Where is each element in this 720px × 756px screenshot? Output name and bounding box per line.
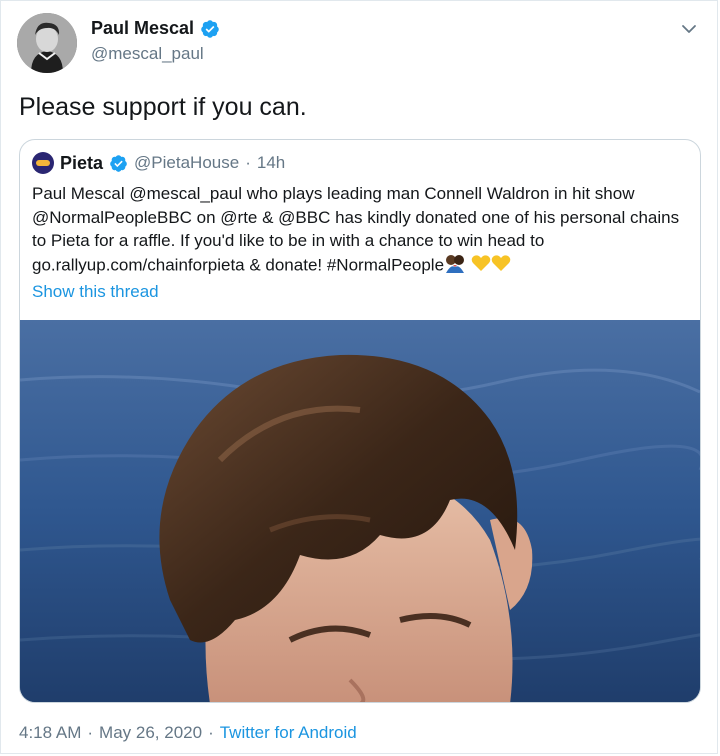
quoted-tweet-body: Paul Mescal @mescal_paul who plays leadi… — [32, 184, 680, 275]
pieta-avatar[interactable] — [32, 152, 54, 174]
quoted-tweet-photo[interactable] — [20, 320, 700, 702]
author-name-row: Paul Mescal — [91, 18, 220, 39]
quoted-tweet-age[interactable]: 14h — [257, 153, 285, 173]
quoted-author-handle[interactable]: @PietaHouse — [134, 153, 239, 173]
yellow-heart-emoji — [491, 254, 511, 279]
author-handle[interactable]: @mescal_paul — [91, 44, 204, 64]
yellow-heart-emoji — [471, 254, 491, 279]
separator-dot: · — [245, 153, 251, 172]
author-photo — [17, 13, 77, 73]
separator-dot: · — [87, 723, 94, 742]
tweet-card: Paul Mescal @mescal_paul Please support … — [0, 0, 718, 754]
show-thread-link[interactable]: Show this thread — [32, 282, 159, 302]
photo-illustration — [20, 320, 700, 702]
quoted-author-name[interactable]: Pieta — [60, 153, 103, 174]
tweet-time[interactable]: 4:18 AM — [19, 723, 81, 743]
verified-badge-icon — [200, 19, 220, 39]
tweet-text: Please support if you can. — [19, 93, 307, 121]
tweet-meta: 4:18 AM · May 26, 2020 · Twitter for And… — [19, 723, 357, 743]
tweet-date[interactable]: May 26, 2020 — [99, 723, 202, 743]
quoted-tweet-text: Paul Mescal @mescal_paul who plays leadi… — [32, 182, 692, 279]
quoted-tweet-header: Pieta @PietaHouse · 14h — [32, 152, 285, 174]
couple-kiss-emoji — [444, 253, 466, 280]
separator-dot: · — [208, 723, 214, 742]
verified-badge-icon — [109, 154, 128, 173]
tweet-source-link[interactable]: Twitter for Android — [220, 723, 357, 743]
quoted-tweet[interactable]: Pieta @PietaHouse · 14h Paul Mescal @mes… — [19, 139, 701, 703]
chevron-down-icon[interactable] — [679, 19, 699, 39]
author-name[interactable]: Paul Mescal — [91, 18, 194, 39]
author-avatar[interactable] — [17, 13, 77, 73]
